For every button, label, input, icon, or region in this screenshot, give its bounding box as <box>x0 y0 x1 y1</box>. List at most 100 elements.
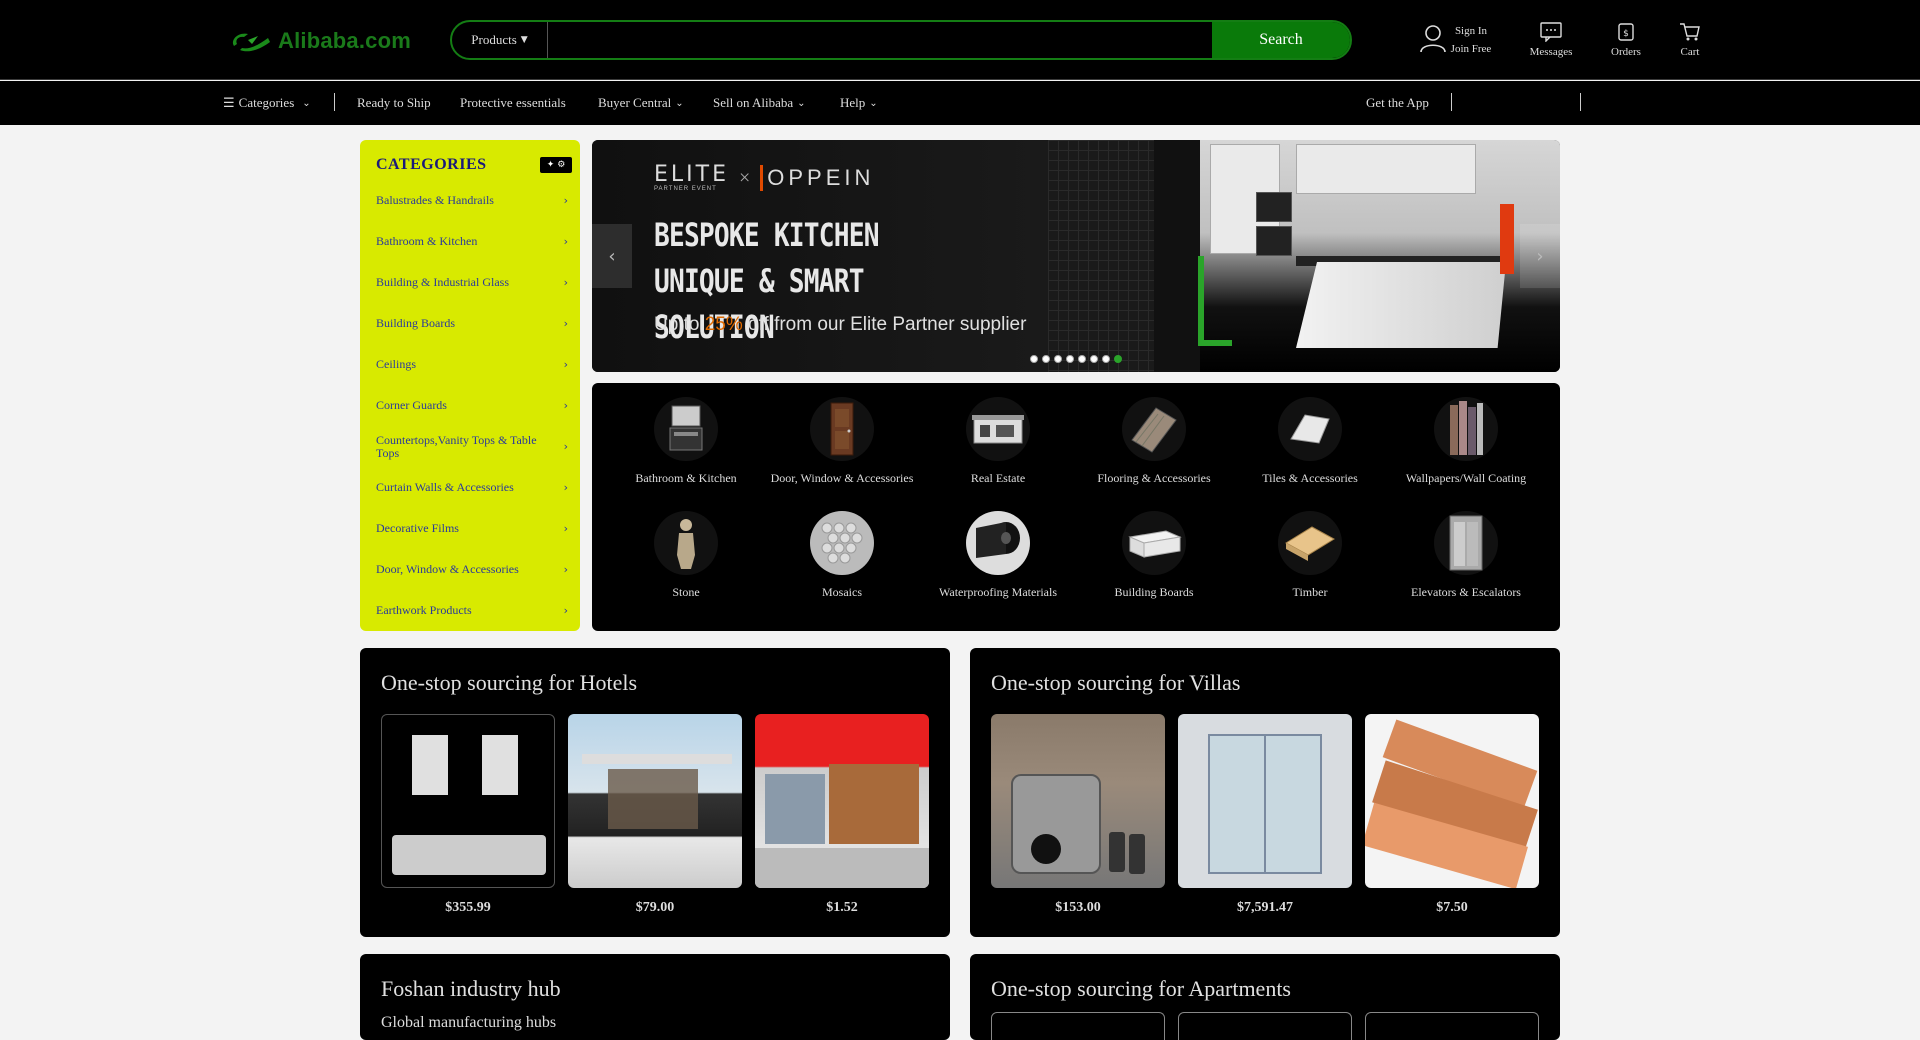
product-tile[interactable]: $79.00 <box>568 714 742 916</box>
icon-category-real-estate[interactable]: Real Estate <box>920 397 1076 486</box>
floor-planks-icon <box>1122 397 1186 461</box>
alibaba-logo[interactable]: Alibaba.com <box>228 24 411 58</box>
chevron-down-icon: ⌄ <box>797 97 806 109</box>
slide-dot[interactable] <box>1090 355 1098 363</box>
product-tile[interactable]: $7.50 <box>1365 714 1539 916</box>
chevron-right-icon: › <box>563 481 568 494</box>
category-item-label: Balustrades & Handrails <box>376 193 494 207</box>
product-price: $1.52 <box>826 900 858 915</box>
nav-ready-to-ship-label: Ready to Ship <box>357 95 431 110</box>
nav-categories-label: Categories <box>238 95 295 110</box>
icon-category-mosaics[interactable]: Mosaics <box>764 511 920 600</box>
icon-category-label: Door, Window & Accessories <box>770 471 914 485</box>
category-item-building-boards[interactable]: Building Boards › <box>360 303 580 344</box>
icon-category-label: Tiles & Accessories <box>1262 471 1358 485</box>
nav-divider <box>1451 93 1452 111</box>
slide-dot[interactable] <box>1054 355 1062 363</box>
category-item-door-window[interactable]: Door, Window & Accessories › <box>360 549 580 590</box>
icon-category-tiles[interactable]: Tiles & Accessories <box>1232 397 1388 486</box>
cart-link[interactable]: Cart <box>1660 18 1720 62</box>
elevator-icon <box>1434 511 1498 575</box>
product-tile[interactable]: $7,591.47 <box>1178 714 1352 916</box>
nav-buyer-central[interactable]: Buyer Central ⌄ <box>598 81 684 125</box>
icon-category-door-window[interactable]: Door, Window & Accessories <box>764 397 920 486</box>
category-item-countertops[interactable]: Countertops,Vanity Tops & Table Tops › <box>360 426 580 467</box>
slide-dot-active[interactable] <box>1114 355 1122 363</box>
icon-category-label: Bathroom & Kitchen <box>635 471 737 485</box>
product-tile[interactable]: $355.99 <box>381 714 555 916</box>
category-item-ceilings[interactable]: Ceilings › <box>360 344 580 385</box>
category-item-bathroom-kitchen[interactable]: Bathroom & Kitchen › <box>360 221 580 262</box>
banner-l-mark <box>1198 340 1232 346</box>
category-item-label: Building & Industrial Glass <box>376 275 509 289</box>
board-stack-icon <box>1122 511 1186 575</box>
nav-protective-essentials[interactable]: Protective essentials <box>460 81 566 125</box>
nav-sell-on-alibaba[interactable]: Sell on Alibaba ⌄ <box>713 81 806 125</box>
message-icon <box>1540 21 1562 42</box>
card-hotels[interactable]: One-stop sourcing for Hotels $355.99 $79… <box>360 648 950 937</box>
icon-category-waterproofing[interactable]: Waterproofing Materials <box>920 511 1076 600</box>
icon-category-building-boards[interactable]: Building Boards <box>1076 511 1232 600</box>
promo-banner[interactable]: ELITE PARTNER EVENT × OPPEIN BESPOKE KIT… <box>592 140 1560 372</box>
icon-category-label: Building Boards <box>1114 585 1194 599</box>
kitchen-photo <box>1198 140 1560 372</box>
nav-categories[interactable]: ☰ Categories ⌄ <box>223 81 311 125</box>
product-tile[interactable]: $153.00 <box>991 714 1165 916</box>
timber-icon <box>1278 511 1342 575</box>
banner-next-button[interactable]: › <box>1520 224 1560 288</box>
sign-in-link[interactable]: Sign In Join Free <box>1400 18 1510 62</box>
banner-text-panel: ELITE PARTNER EVENT × OPPEIN BESPOKE KIT… <box>592 140 1048 372</box>
product-tile[interactable] <box>1178 1012 1352 1040</box>
mosaic-icon <box>810 511 874 575</box>
card-foshan[interactable]: Foshan industry hub Global manufacturing… <box>360 954 950 1040</box>
search-button[interactable]: Search <box>1212 22 1350 58</box>
chevron-down-icon: ⌄ <box>675 97 684 109</box>
product-price: $79.00 <box>635 900 675 915</box>
icon-category-wallpapers[interactable]: Wallpapers/Wall Coating <box>1388 397 1544 486</box>
icon-category-stone[interactable]: Stone <box>608 511 764 600</box>
icon-category-bathroom-kitchen[interactable]: Bathroom & Kitchen <box>608 397 764 486</box>
icon-category-elevators[interactable]: Elevators & Escalators <box>1388 511 1544 600</box>
categories-panel: CATEGORIES ✦ ⚙ Balustrades & Handrails › … <box>360 140 580 631</box>
nav-help[interactable]: Help ⌄ <box>840 81 878 125</box>
icon-category-label: Stone <box>672 585 700 599</box>
category-item-curtain-walls[interactable]: Curtain Walls & Accessories › <box>360 467 580 508</box>
card-apartments[interactable]: One-stop sourcing for Apartments <box>970 954 1560 1040</box>
product-tile[interactable] <box>1365 1012 1539 1040</box>
door-icon <box>810 397 874 461</box>
product-tile[interactable]: $1.52 <box>755 714 929 916</box>
categories-list: Balustrades & Handrails › Bathroom & Kitc… <box>360 180 580 631</box>
tile-icon <box>1278 397 1342 461</box>
messages-link[interactable]: Messages <box>1510 18 1592 62</box>
product-tile[interactable] <box>991 1012 1165 1040</box>
card-subtitle: Global manufacturing hubs <box>381 1014 557 1031</box>
categories-title: CATEGORIES <box>376 156 487 173</box>
orders-link[interactable]: $ Orders <box>1592 18 1660 62</box>
banner-prev-button[interactable]: ‹ <box>592 224 632 288</box>
category-item-label: Corner Guards <box>376 398 447 412</box>
slide-dot[interactable] <box>1078 355 1086 363</box>
icon-category-timber[interactable]: Timber <box>1232 511 1388 600</box>
search-category-select[interactable]: Products ▼ <box>452 22 548 58</box>
product-price: $153.00 <box>1055 900 1101 915</box>
card-villas[interactable]: One-stop sourcing for Villas $153.00 $7,… <box>970 648 1560 937</box>
chevron-left-icon: ‹ <box>608 245 616 267</box>
slide-dot[interactable] <box>1102 355 1110 363</box>
nav-ready-to-ship[interactable]: Ready to Ship <box>357 81 431 125</box>
chevron-right-icon: › <box>563 276 568 289</box>
slide-dot[interactable] <box>1042 355 1050 363</box>
icon-category-flooring[interactable]: Flooring & Accessories <box>1076 397 1232 486</box>
nav-protective-essentials-label: Protective essentials <box>460 95 566 110</box>
category-item-corner-guards[interactable]: Corner Guards › <box>360 385 580 426</box>
nav-get-app-label: Get the App <box>1366 95 1429 110</box>
category-item-balustrades[interactable]: Balustrades & Handrails › <box>360 180 580 221</box>
category-item-building-glass[interactable]: Building & Industrial Glass › <box>360 262 580 303</box>
nav-get-app[interactable]: Get the App <box>1366 81 1429 125</box>
category-item-earthwork[interactable]: Earthwork Products › <box>360 590 580 631</box>
slide-dot[interactable] <box>1066 355 1074 363</box>
search-input[interactable] <box>548 22 1212 58</box>
slide-dot[interactable] <box>1030 355 1038 363</box>
category-item-label: Door, Window & Accessories <box>376 562 519 576</box>
chevron-right-icon: › <box>563 194 568 207</box>
category-item-decorative-films[interactable]: Decorative Films › <box>360 508 580 549</box>
